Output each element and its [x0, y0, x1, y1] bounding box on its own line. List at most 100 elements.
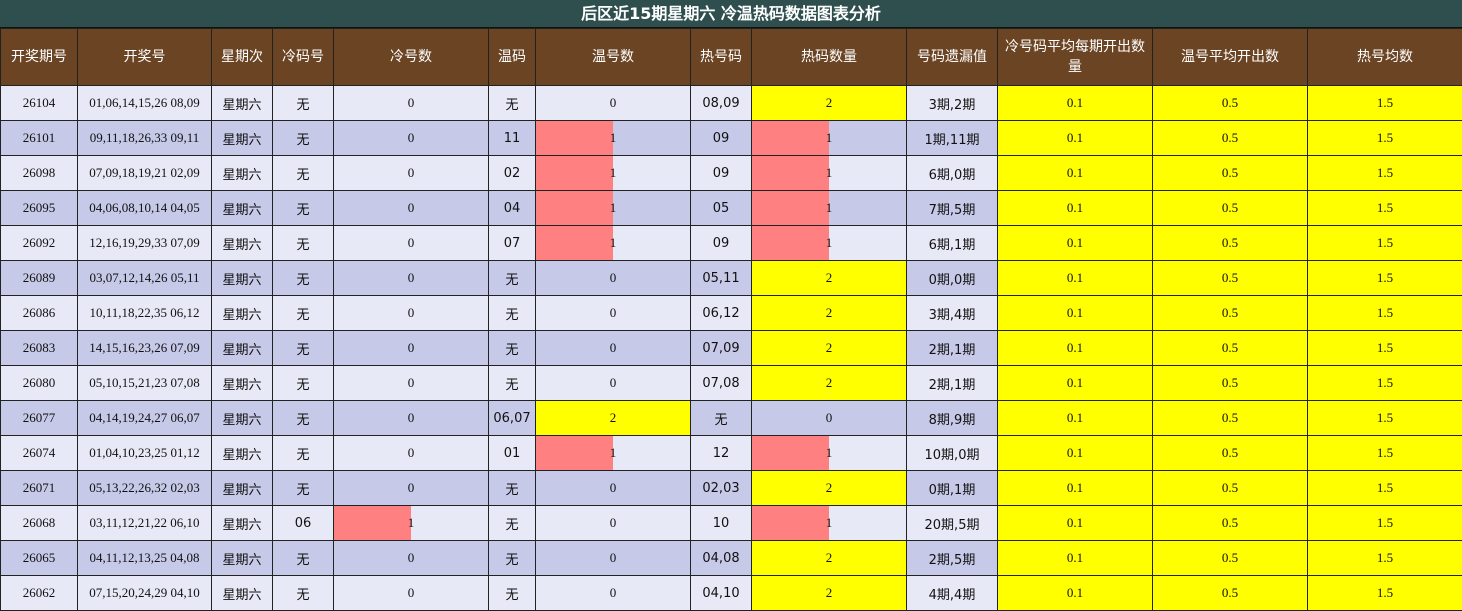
- cell-warm-avg: 0.5: [1152, 190, 1308, 226]
- data-bar: [752, 191, 829, 225]
- cell-cold-avg: 0.1: [997, 190, 1153, 226]
- cell-warm-avg-value: 0.5: [1221, 410, 1239, 425]
- cell-hot: 09: [690, 120, 752, 156]
- cell-cold-count: 0: [333, 575, 489, 611]
- cell-weekday: 星期六: [211, 540, 273, 576]
- cell-warm-avg: 0.5: [1152, 470, 1308, 506]
- cell-warm-avg-value: 0.5: [1221, 200, 1239, 215]
- cell-miss-value: 4期,4期: [928, 587, 976, 603]
- cell-issue-value: 26080: [22, 375, 56, 390]
- col-header-hot-avg: 热号均数: [1307, 28, 1462, 86]
- cell-hot-value: 07,08: [702, 375, 740, 391]
- table-row: 26104 01,06,14,15,26 08,09 星期六 无 0 无 0 08,09 2 3期…: [0, 85, 1462, 121]
- cell-hot-value: 无: [714, 412, 728, 428]
- cell-cold: 06: [272, 505, 334, 541]
- cell-warm-count: 2: [535, 400, 691, 436]
- cell-warm-avg: 0.5: [1152, 85, 1308, 121]
- cell-issue: 26098: [0, 155, 78, 191]
- cell-issue-value: 26071: [22, 480, 56, 495]
- cell-cold-avg-value: 0.1: [1066, 445, 1084, 460]
- cell-warm-value: 01: [503, 445, 521, 461]
- cell-cold-count-value: 0: [407, 95, 415, 110]
- cell-weekday: 星期六: [211, 155, 273, 191]
- cell-numbers: 01,04,10,23,25 01,12: [77, 435, 212, 471]
- cell-hot-count: 2: [751, 295, 907, 331]
- table-body: 26104 01,06,14,15,26 08,09 星期六无 0 无 0 08,09 2 3期…: [0, 85, 1462, 611]
- table-row: 26080 05,10,15,21,23 07,08 星期六 无 0 无 0 07,08 2 2期…: [0, 365, 1462, 401]
- cell-cold-count-value: 1: [407, 515, 415, 530]
- col-header-weekday: 星期次: [211, 28, 273, 86]
- cell-issue: 26104: [0, 85, 78, 121]
- cell-cold: 无: [272, 470, 334, 506]
- cell-miss-value: 0期,0期: [928, 272, 976, 288]
- cell-hot-avg-value: 1.5: [1376, 305, 1394, 320]
- cell-warm-count-value: 2: [609, 410, 617, 425]
- cell-hot-value: 07,09: [702, 340, 740, 356]
- col-header-miss: 号码遗漏值: [906, 28, 998, 86]
- cell-cold-avg-value: 0.1: [1066, 165, 1084, 180]
- cell-weekday: 星期六: [211, 575, 273, 611]
- cell-hot: 07,08: [690, 365, 752, 401]
- cell-numbers: 04,11,12,13,25 04,08: [77, 540, 212, 576]
- cell-cold-avg: 0.1: [997, 435, 1153, 471]
- cell-hot-value: 05,11: [702, 270, 740, 286]
- table-row: 26077 04,14,19,24,27 06,07 星期六 无 0 06,07 2 无 0 8期…: [0, 400, 1462, 436]
- cell-hot-avg: 1.5: [1307, 575, 1462, 611]
- cell-hot-count: 2: [751, 470, 907, 506]
- cell-numbers-value: 10,11,18,22,35 06,12: [89, 305, 200, 320]
- cell-warm-value: 无: [505, 482, 519, 498]
- cell-issue: 26071: [0, 470, 78, 506]
- cell-warm-count: 1: [535, 225, 691, 261]
- cell-numbers-value: 03,11,12,21,22 06,10: [89, 515, 200, 530]
- col-header-cold: 冷码号: [272, 28, 334, 86]
- cell-warm: 04: [488, 190, 536, 226]
- cell-cold: 无: [272, 435, 334, 471]
- cell-warm-count: 0: [535, 260, 691, 296]
- cell-warm-count: 0: [535, 540, 691, 576]
- col-header-warm-avg: 温号平均开出数: [1152, 28, 1308, 86]
- cell-cold-value: 无: [296, 272, 310, 288]
- cell-hot: 12: [690, 435, 752, 471]
- cell-miss-value: 2期,1期: [928, 377, 976, 393]
- cell-warm-count-value: 1: [609, 200, 617, 215]
- cell-warm: 无: [488, 470, 536, 506]
- cell-numbers-value: 09,11,18,26,33 09,11: [89, 130, 200, 145]
- cell-warm-count: 0: [535, 470, 691, 506]
- cell-cold-avg: 0.1: [997, 470, 1153, 506]
- cell-hot-avg: 1.5: [1307, 295, 1462, 331]
- cell-hot-avg: 1.5: [1307, 400, 1462, 436]
- cell-cold-count-value: 0: [407, 445, 415, 460]
- cell-cold-avg: 0.1: [997, 225, 1153, 261]
- cell-numbers-value: 03,07,12,14,26 05,11: [89, 270, 200, 285]
- cell-numbers: 03,11,12,21,22 06,10: [77, 505, 212, 541]
- cell-cold-count-value: 0: [407, 340, 415, 355]
- cell-issue: 26065: [0, 540, 78, 576]
- cell-warm-value: 无: [505, 517, 519, 533]
- cell-warm: 无: [488, 260, 536, 296]
- cell-cold-count-value: 0: [407, 550, 415, 565]
- cell-hot-value: 05: [712, 200, 730, 216]
- cell-warm-value: 02: [503, 165, 521, 181]
- cell-warm-avg-value: 0.5: [1221, 270, 1239, 285]
- cell-warm: 无: [488, 85, 536, 121]
- col-header-cold-count: 冷号数: [333, 28, 489, 86]
- cell-warm-value: 无: [505, 342, 519, 358]
- cell-warm-value: 无: [505, 377, 519, 393]
- cell-hot-count-value: 2: [825, 480, 833, 495]
- cell-warm-count: 0: [535, 505, 691, 541]
- table-row: 26092 12,16,19,29,33 07,09 星期六 无 0 07 1 09 1 6期,1…: [0, 225, 1462, 261]
- cell-weekday: 星期六: [211, 330, 273, 366]
- cell-cold: 无: [272, 330, 334, 366]
- cell-miss: 1期,11期: [906, 120, 998, 156]
- cell-cold-avg-value: 0.1: [1066, 95, 1084, 110]
- cell-numbers: 09,11,18,26,33 09,11: [77, 120, 212, 156]
- cell-issue: 26083: [0, 330, 78, 366]
- cell-cold-avg: 0.1: [997, 365, 1153, 401]
- cell-weekday: 星期六: [211, 505, 273, 541]
- cell-miss-value: 2期,5期: [928, 552, 976, 568]
- cell-numbers: 10,11,18,22,35 06,12: [77, 295, 212, 331]
- cell-hot-avg: 1.5: [1307, 470, 1462, 506]
- cell-cold-count: 0: [333, 330, 489, 366]
- cell-hot-count-value: 0: [825, 410, 833, 425]
- cell-hot: 04,08: [690, 540, 752, 576]
